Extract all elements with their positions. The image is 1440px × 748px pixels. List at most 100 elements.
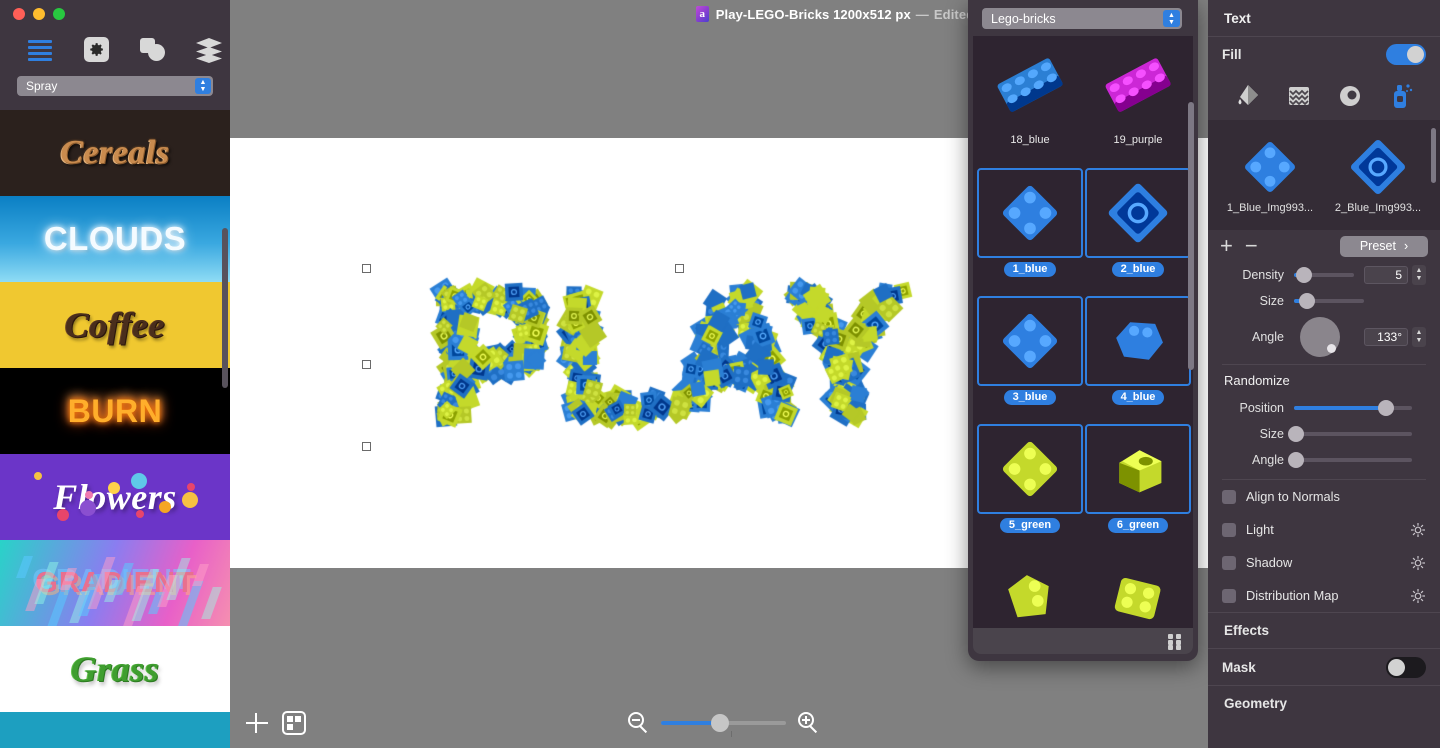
swatch-scrollbar[interactable] <box>1431 128 1436 183</box>
hamburger-menu-icon[interactable] <box>28 37 54 63</box>
slider-track[interactable] <box>1294 293 1364 309</box>
library-item-thumbnail[interactable] <box>1085 168 1191 258</box>
zoom-slider-knob[interactable] <box>711 713 729 732</box>
zoom-in-icon[interactable] <box>798 712 819 734</box>
mode-select[interactable]: Spray ▲ ▼ <box>17 76 213 96</box>
slider-track[interactable] <box>1288 452 1412 468</box>
slider-knob[interactable] <box>1378 400 1395 416</box>
slider-knob[interactable] <box>1288 426 1305 442</box>
preset-item[interactable]: Cereals <box>0 110 230 196</box>
library-item[interactable]: 1_blue <box>977 168 1083 277</box>
grid-view-icon[interactable] <box>1168 634 1183 650</box>
library-item[interactable]: 6_green <box>1085 424 1191 533</box>
layers-icon[interactable] <box>196 37 222 63</box>
gear-icon[interactable] <box>1410 588 1426 604</box>
slider-value-field[interactable]: 5 <box>1364 266 1408 284</box>
checkbox-distribution-map[interactable] <box>1222 588 1236 603</box>
selection-handle[interactable] <box>675 264 684 273</box>
slider-track[interactable] <box>1294 267 1354 283</box>
fill-toggle[interactable] <box>1386 44 1426 65</box>
plus-icon[interactable] <box>244 710 270 736</box>
library-item[interactable]: 18_blue <box>977 40 1083 148</box>
effects-section[interactable]: Effects <box>1208 613 1440 648</box>
library-item-thumbnail[interactable] <box>1085 40 1191 130</box>
preset-item[interactable]: CLOUDS <box>0 196 230 282</box>
checkbox-shadow[interactable] <box>1222 555 1236 570</box>
fill-swatch[interactable]: 1_Blue_Img993... <box>1222 132 1318 214</box>
slider-knob[interactable] <box>1298 293 1315 309</box>
angle-value-field[interactable]: 133° <box>1364 328 1408 346</box>
gear-icon[interactable] <box>1410 522 1426 538</box>
preset-item[interactable]: Flowers <box>0 454 230 540</box>
checkbox-align-to-normals[interactable] <box>1222 489 1236 504</box>
geometry-section[interactable]: Geometry <box>1208 686 1440 721</box>
mask-toggle[interactable] <box>1386 656 1426 678</box>
artwork-canvas[interactable] <box>370 268 970 458</box>
slider-knob[interactable] <box>1296 267 1313 283</box>
maximize-window-button[interactable] <box>53 8 65 20</box>
zoom-slider[interactable] <box>661 713 786 737</box>
swatch-area[interactable]: 1_Blue_Img993... 2_Blue_Img993... <box>1208 120 1440 230</box>
shapes-icon[interactable] <box>140 37 166 63</box>
library-item[interactable] <box>1085 552 1191 628</box>
library-item[interactable]: 3_blue <box>977 296 1083 405</box>
library-item-thumbnail[interactable] <box>1085 552 1191 628</box>
library-item-thumbnail[interactable] <box>977 552 1083 628</box>
library-body[interactable]: 18_blue 19_purple 1_blue 2_blue 3_blue 4… <box>973 36 1193 628</box>
selection-handle[interactable] <box>362 442 371 451</box>
angle-dial[interactable] <box>1300 317 1340 357</box>
spray-can-icon[interactable] <box>1386 81 1416 111</box>
zoom-out-icon[interactable] <box>628 712 649 734</box>
selection-handle[interactable] <box>362 264 371 273</box>
zoom-control[interactable] <box>628 712 819 737</box>
remove-swatch-button[interactable]: − <box>1245 235 1258 257</box>
library-item-thumbnail[interactable] <box>977 40 1083 130</box>
grid-layout-icon[interactable] <box>282 711 306 735</box>
sidebar-scrollbar[interactable] <box>222 228 228 388</box>
inspector-section-text[interactable]: Text <box>1208 0 1440 36</box>
brick-library-popup[interactable]: Lego-bricks ▲ ▼ 18_blue 19_purple 1_blue … <box>968 0 1198 661</box>
checkbox-light[interactable] <box>1222 522 1236 537</box>
mode-select-stepper-icon[interactable]: ▲ ▼ <box>195 78 211 94</box>
preset-item[interactable]: Grass <box>0 626 230 712</box>
add-swatch-button[interactable]: + <box>1220 235 1233 257</box>
slider-track[interactable] <box>1288 426 1412 442</box>
preset-list[interactable]: Cereals CLOUDS Coffee BURN Flowers GRADIENT Gr… <box>0 110 230 748</box>
minimize-window-button[interactable] <box>33 8 45 20</box>
preset-item[interactable]: Coffee <box>0 282 230 368</box>
checkbox-row[interactable]: Align to Normals <box>1208 480 1440 513</box>
library-item-thumbnail[interactable] <box>1085 296 1191 386</box>
library-item[interactable] <box>977 552 1083 628</box>
gear-icon[interactable] <box>84 37 110 63</box>
checkbox-row[interactable]: Light <box>1208 513 1440 546</box>
slider-knob[interactable] <box>1288 452 1305 468</box>
gear-icon[interactable] <box>1410 555 1426 571</box>
library-item[interactable]: 4_blue <box>1085 296 1191 405</box>
preset-item[interactable]: GRADIENT <box>0 540 230 626</box>
slider-track[interactable] <box>1294 400 1412 416</box>
paint-bucket-icon[interactable] <box>1233 81 1263 111</box>
checkbox-row[interactable]: Distribution Map <box>1208 579 1440 612</box>
library-category-select[interactable]: Lego-bricks ▲ ▼ <box>982 8 1182 29</box>
preset-button[interactable]: Preset › <box>1340 235 1428 257</box>
library-item-thumbnail[interactable] <box>1085 424 1191 514</box>
library-item-thumbnail[interactable] <box>977 296 1083 386</box>
selection-handle[interactable] <box>362 360 371 369</box>
library-item[interactable]: 5_green <box>977 424 1083 533</box>
library-item[interactable]: 19_purple <box>1085 40 1191 148</box>
fill-swatch[interactable]: 2_Blue_Img993... <box>1330 132 1426 214</box>
close-window-button[interactable] <box>13 8 25 20</box>
pattern-icon[interactable] <box>1284 81 1314 111</box>
checkbox-row[interactable]: Shadow <box>1208 546 1440 579</box>
slider-stepper[interactable]: ▲ ▼ <box>1412 265 1426 285</box>
library-select-stepper-icon[interactable]: ▲ ▼ <box>1163 10 1180 27</box>
library-scrollbar[interactable] <box>1188 102 1194 370</box>
artwork-play-text[interactable] <box>362 264 970 458</box>
fill-type-selector[interactable] <box>1208 72 1440 120</box>
gradient-icon[interactable] <box>1335 81 1365 111</box>
library-item-thumbnail[interactable] <box>977 168 1083 258</box>
preset-item[interactable] <box>0 712 230 748</box>
preset-item[interactable]: BURN <box>0 368 230 454</box>
angle-stepper[interactable]: ▲ ▼ <box>1412 327 1426 347</box>
library-item-thumbnail[interactable] <box>977 424 1083 514</box>
